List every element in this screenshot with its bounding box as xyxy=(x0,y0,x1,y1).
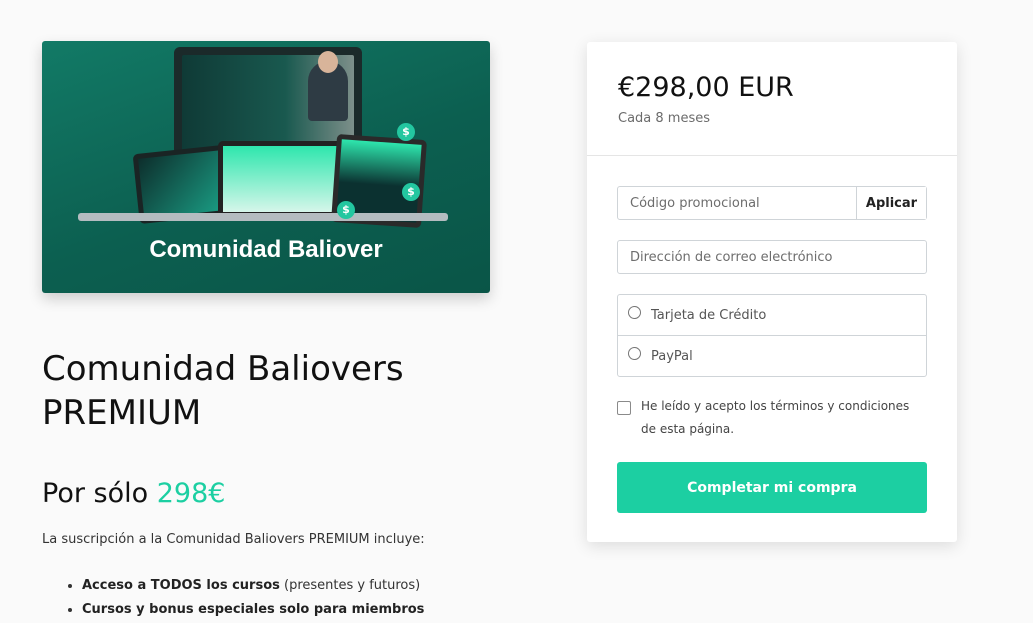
radio-button[interactable] xyxy=(628,346,641,360)
benefit-rest: (presentes y futuros) xyxy=(279,578,421,593)
radio-button[interactable] xyxy=(628,305,641,319)
price-value: 298€ xyxy=(156,478,226,509)
email-input[interactable] xyxy=(617,240,927,274)
person-illustration xyxy=(308,51,348,121)
payment-option-credit-card[interactable]: Tarjeta de Crédito xyxy=(618,295,926,335)
payment-method-group: Tarjeta de Crédito PayPal xyxy=(617,294,927,377)
divider xyxy=(587,155,957,156)
devices-base xyxy=(78,213,448,221)
terms-agreement: He leído y acepto los términos y condici… xyxy=(617,399,927,441)
payment-option-label: Tarjeta de Crédito xyxy=(651,307,767,323)
benefit-item: Cursos y bonus especiales solo para miem… xyxy=(82,598,424,622)
product-title: Comunidad Baliovers PREMIUM xyxy=(42,349,404,433)
payment-option-paypal[interactable]: PayPal xyxy=(618,335,926,376)
price-heading: Por sólo 298€ xyxy=(42,476,225,512)
dollar-coin-icon: $ xyxy=(337,201,355,219)
apply-promo-button[interactable]: Aplicar xyxy=(856,187,926,219)
terms-label: He leído y acepto los términos y condici… xyxy=(641,399,910,436)
dollar-coin-icon: $ xyxy=(397,123,415,141)
monitor-illustration xyxy=(218,141,348,217)
payment-option-label: PayPal xyxy=(651,348,693,364)
dollar-coin-icon: $ xyxy=(402,183,420,201)
billing-period: Cada 8 meses xyxy=(618,111,711,126)
promo-code-group: Aplicar xyxy=(617,186,927,220)
checkout-card: €298,00 EUR Cada 8 meses Aplicar Tarjeta… xyxy=(587,42,957,542)
benefits-list: Acceso a TODOS los cursos (presentes y f… xyxy=(62,574,424,622)
price-prefix: Por sólo xyxy=(42,478,149,509)
product-image: $ $ $ Comunidad Baliover xyxy=(42,41,490,293)
benefit-bold: Cursos y bonus especiales solo para miem… xyxy=(82,602,425,617)
benefit-item: Acceso a TODOS los cursos (presentes y f… xyxy=(82,574,424,598)
includes-text: La suscripción a la Comunidad Baliovers … xyxy=(42,532,425,547)
order-amount: €298,00 EUR xyxy=(618,72,794,103)
benefit-bold: Acceso a TODOS los cursos xyxy=(82,578,280,593)
promo-code-input[interactable] xyxy=(618,187,856,219)
complete-purchase-button[interactable]: Completar mi compra xyxy=(617,462,927,513)
terms-checkbox[interactable] xyxy=(617,401,631,415)
hero-caption: Comunidad Baliover xyxy=(149,236,383,263)
